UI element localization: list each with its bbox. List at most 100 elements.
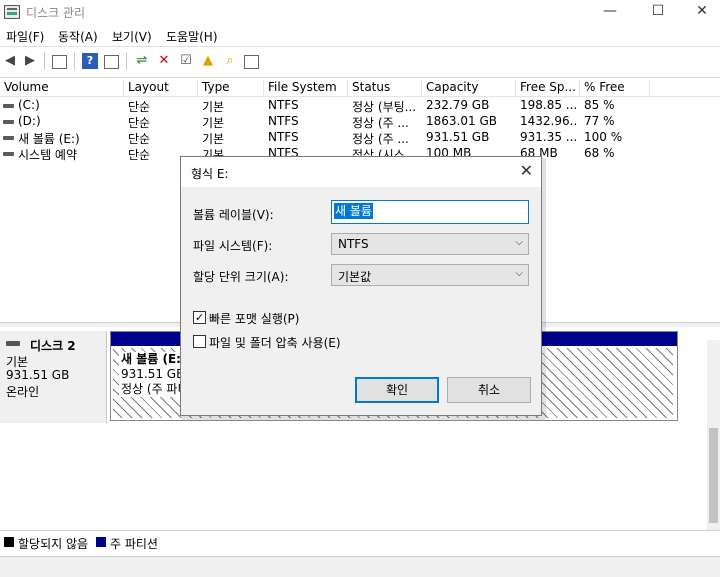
column-capacity[interactable]: Capacity	[422, 80, 516, 96]
file-system-select[interactable]: NTFS ⌵	[331, 233, 529, 255]
disk-name: 디스크 2	[30, 339, 76, 353]
table-row[interactable]: 새 볼륨 (E:) 단순 기본 NTFS 정상 (주 ... 931.51 GB…	[0, 130, 720, 146]
volume-free: 931.35 ...	[520, 130, 578, 144]
legend-primary-partition: 주 파티션	[110, 537, 158, 551]
table-row[interactable]: (D:) 단순 기본 NTFS 정상 (주 ... 1863.01 GB 143…	[0, 114, 720, 130]
volume-fs: NTFS	[268, 98, 299, 112]
file-system-label: 파일 시스템(F):	[193, 239, 273, 253]
volume-pct-free: 85 %	[584, 98, 615, 112]
volume-label-label: 볼륨 레이블(V):	[193, 208, 274, 222]
volume-list-header: Volume Layout Type File System Status Ca…	[0, 78, 720, 97]
volume-type: 기본	[202, 132, 225, 146]
menu-bar: 파일(F) 동작(A) 보기(V) 도움말(H)	[0, 24, 720, 46]
column-volume[interactable]: Volume	[0, 80, 124, 96]
up-folder-icon[interactable]: ▲	[200, 53, 216, 69]
legend: 할당되지 않음 주 파티션	[0, 530, 720, 555]
disk-state: 온라인	[6, 385, 40, 399]
volume-pct-free: 77 %	[584, 114, 615, 128]
compression-label: 파일 및 폴더 압축 사용(E)	[209, 336, 341, 350]
checkmark-icon[interactable]: ✓	[193, 311, 206, 324]
ok-button[interactable]: 확인	[355, 377, 439, 403]
unallocated-swatch	[4, 537, 14, 547]
volume-layout: 단순	[128, 148, 151, 162]
menu-view[interactable]: 보기(V)	[112, 28, 152, 45]
volume-layout: 단순	[128, 100, 151, 114]
volume-free: 1432.96...	[520, 114, 578, 128]
drive-icon	[3, 136, 14, 140]
primary-partition-swatch	[96, 537, 106, 547]
compression-checkbox[interactable]: 파일 및 폴더 압축 사용(E)	[193, 334, 393, 350]
disk-size: 931.51 GB	[6, 368, 70, 382]
chevron-down-icon: ⌵	[515, 268, 523, 279]
format-dialog: 형식 E: ✕ 볼륨 레이블(V): 새 볼륨 파일 시스템(F): NTFS …	[180, 156, 542, 416]
cancel-button[interactable]: 취소	[447, 377, 531, 403]
volume-pct-free: 100 %	[584, 130, 623, 144]
quick-format-checkbox[interactable]: ✓ 빠른 포맷 실행(P)	[193, 310, 393, 326]
legend-unallocated: 할당되지 않음	[18, 537, 89, 551]
menu-help[interactable]: 도움말(H)	[166, 28, 218, 45]
properties-icon[interactable]	[104, 55, 119, 69]
dialog-title-bar: 형식 E: ✕	[181, 157, 541, 187]
volume-capacity: 931.51 GB	[426, 130, 490, 144]
scrollbar-thumb[interactable]	[709, 428, 718, 523]
empty-checkbox-icon[interactable]	[193, 335, 206, 348]
disk-management-app-icon	[4, 5, 20, 19]
dialog-title: 형식 E:	[191, 167, 229, 181]
volume-status: 정상 (주 ...	[352, 132, 409, 146]
dialog-close-icon[interactable]: ✕	[520, 161, 533, 180]
volume-capacity: 1863.01 GB	[426, 114, 497, 128]
quick-format-label: 빠른 포맷 실행(P)	[209, 312, 300, 326]
column-type[interactable]: Type	[198, 80, 264, 96]
status-bar	[0, 556, 720, 577]
volume-fs: NTFS	[268, 130, 299, 144]
volume-name: 새 볼륨 (E:)	[18, 132, 80, 146]
volume-capacity: 232.79 GB	[426, 98, 490, 112]
volume-name: (C:)	[18, 98, 40, 112]
volume-status: 정상 (주 ...	[352, 116, 409, 130]
drive-icon	[3, 152, 14, 156]
window-icon[interactable]	[244, 55, 259, 69]
allocation-unit-value: 기본값	[338, 270, 372, 284]
disk-label[interactable]: 디스크 2 기본 931.51 GB 온라인	[0, 331, 107, 423]
back-arrow-icon[interactable]: ◀	[2, 53, 18, 69]
menu-file[interactable]: 파일(F)	[6, 28, 44, 45]
maximize-button[interactable]: ☐	[636, 0, 680, 24]
allocation-unit-select[interactable]: 기본값 ⌵	[331, 264, 529, 286]
column-file-system[interactable]: File System	[264, 80, 348, 96]
title-bar: 디스크 관리 — ☐ ✕	[0, 0, 720, 24]
delete-icon[interactable]: ✕	[156, 53, 172, 69]
file-system-value: NTFS	[338, 237, 369, 251]
disk-icon	[6, 341, 20, 346]
volume-type: 기본	[202, 116, 225, 130]
volume-layout: 단순	[128, 132, 151, 146]
toolbar-separator	[126, 52, 127, 70]
volume-name: 시스템 예약	[18, 148, 78, 162]
column-status[interactable]: Status	[348, 80, 422, 96]
forward-arrow-icon[interactable]: ▶	[22, 53, 38, 69]
drive-icon	[3, 104, 14, 108]
menu-action[interactable]: 동작(A)	[58, 28, 98, 45]
volume-status: 정상 (부팅...	[352, 100, 417, 114]
volume-name: (D:)	[18, 114, 41, 128]
table-row[interactable]: (C:) 단순 기본 NTFS 정상 (부팅... 232.79 GB 198.…	[0, 98, 720, 114]
volume-pct-free: 68 %	[584, 146, 615, 160]
minimize-button[interactable]: —	[588, 0, 632, 24]
column-free-space[interactable]: Free Sp...	[516, 80, 580, 96]
toolbar-separator	[44, 52, 45, 70]
connect-icon[interactable]: ⇌	[134, 53, 150, 69]
search-icon[interactable]: ⌕	[222, 53, 238, 69]
vertical-scrollbar[interactable]	[707, 340, 720, 530]
column-percent-free[interactable]: % Free	[580, 80, 650, 96]
volume-free: 198.85 ...	[520, 98, 578, 112]
help-icon[interactable]: ?	[82, 53, 98, 69]
column-layout[interactable]: Layout	[124, 80, 198, 96]
volume-type: 기본	[202, 100, 225, 114]
console-tree-icon[interactable]	[52, 55, 67, 69]
drive-icon	[3, 120, 14, 124]
volume-label-input[interactable]: 새 볼륨	[331, 200, 529, 224]
allocation-unit-label: 할당 단위 크기(A):	[193, 270, 289, 284]
volume-label-value: 새 볼륨	[334, 203, 373, 219]
close-window-button[interactable]: ✕	[680, 0, 720, 24]
checklist-icon[interactable]: ☑	[178, 53, 194, 69]
volume-fs: NTFS	[268, 114, 299, 128]
